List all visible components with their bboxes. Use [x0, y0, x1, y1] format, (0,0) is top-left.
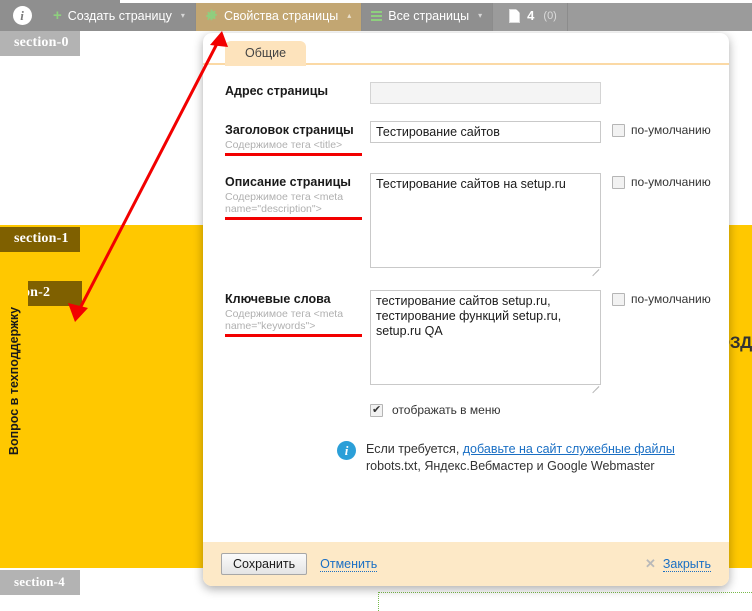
gear-icon	[205, 9, 218, 22]
dialog-footer: Сохранить Отменить ✕ Закрыть	[203, 542, 729, 586]
guide-line-horizontal	[378, 592, 752, 593]
page-title-input[interactable]	[370, 121, 601, 143]
page-description-default-checkbox[interactable]	[612, 175, 625, 189]
annotation-underline	[225, 217, 362, 220]
info-icon: i	[12, 6, 32, 25]
page-properties-button[interactable]: Свойства страницы ▴	[195, 0, 363, 31]
section-label-0[interactable]: section-0	[0, 31, 80, 56]
field-control-page-description: Тестирование сайтов на setup.ru	[370, 173, 601, 277]
page-description-textarea-wrap: Тестирование сайтов на setup.ru	[370, 173, 601, 277]
show-in-menu-label: отображать в меню	[392, 403, 501, 417]
page-title-default-label: по-умолчанию	[631, 123, 711, 137]
field-control-page-title	[370, 121, 601, 143]
field-label-text: Заголовок страницы	[225, 123, 354, 137]
field-label-keywords: Ключевые слова Содержимое тега <meta nam…	[225, 290, 370, 337]
page-properties-label: Свойства страницы	[223, 8, 339, 23]
close-icon[interactable]: ✕	[645, 556, 656, 572]
show-in-menu-checkbox[interactable]	[370, 403, 383, 417]
save-button[interactable]: Сохранить	[221, 553, 308, 575]
page-title-default-checkbox[interactable]	[612, 123, 625, 137]
page-description-default-checkbox-group[interactable]: по-умолчанию	[612, 173, 711, 189]
field-label-page-title: Заголовок страницы Содержимое тега <titl…	[225, 121, 370, 156]
field-hint-text: Содержимое тега <meta name="description"…	[225, 191, 344, 215]
top-toolbar: i + Создать страницу ▾ Свойства страницы…	[0, 0, 752, 31]
field-hint-text: Содержимое тега <meta name="keywords">	[225, 308, 344, 332]
chevron-down-icon: ▾	[478, 11, 483, 20]
field-label-text: Описание страницы	[225, 175, 351, 189]
page-description-default-label: по-умолчанию	[631, 175, 711, 189]
field-label-text: Адрес страницы	[225, 84, 329, 98]
field-label-page-description: Описание страницы Содержимое тега <meta …	[225, 173, 370, 220]
field-label-page-address: Адрес страницы	[225, 82, 370, 99]
page-properties-dialog: Общие Адрес страницы Заголовок страницы …	[203, 33, 729, 586]
keywords-textarea-wrap: тестирование сайтов setup.ru, тестирован…	[370, 290, 601, 394]
keywords-default-checkbox[interactable]	[612, 292, 625, 306]
page-address-input[interactable]	[370, 82, 601, 104]
chevron-up-icon: ▴	[347, 11, 352, 20]
field-label-text: Ключевые слова	[225, 292, 331, 306]
support-request-tab[interactable]: Вопрос в техподдержку	[0, 256, 28, 505]
field-row-page-title: Заголовок страницы Содержимое тега <titl…	[203, 121, 729, 156]
keywords-textarea[interactable]: тестирование сайтов setup.ru, тестирован…	[370, 290, 601, 385]
field-control-page-address	[370, 82, 601, 104]
all-pages-label: Все страницы	[388, 8, 470, 23]
section-label-1[interactable]: section-1	[0, 227, 80, 252]
properties-form: Адрес страницы Заголовок страницы Содерж…	[203, 64, 729, 475]
tab-general[interactable]: Общие	[225, 41, 307, 66]
page-title-default-checkbox-group[interactable]: по-умолчанию	[612, 121, 711, 137]
notice-prefix: Если требуется,	[366, 442, 463, 456]
annotation-underline	[225, 334, 362, 337]
cancel-link[interactable]: Отменить	[320, 557, 378, 572]
info-icon: i	[337, 441, 356, 460]
page-count-sub: (0)	[543, 9, 557, 22]
notice-line2: robots.txt, Яндекс.Вебмастер и Google We…	[366, 459, 655, 473]
create-page-label: Создать страницу	[67, 8, 172, 23]
top-strip	[120, 0, 752, 3]
dialog-close-group[interactable]: ✕ Закрыть	[645, 556, 711, 572]
service-files-link[interactable]: добавьте на сайт служебные файлы	[463, 442, 675, 456]
screen: section-0 section-1 tion-2 section-4 Воп…	[0, 0, 752, 611]
plus-icon: +	[53, 7, 62, 24]
field-row-page-description: Описание страницы Содержимое тега <meta …	[203, 173, 729, 277]
guide-line-vertical	[378, 592, 379, 611]
section-label-4[interactable]: section-4	[0, 570, 80, 595]
annotation-underline	[225, 153, 362, 156]
service-files-notice-text: Если требуется, добавьте на сайт служебн…	[366, 441, 675, 475]
show-in-menu-group[interactable]: отображать в меню	[203, 403, 729, 417]
page-count-number: 4	[527, 8, 535, 23]
field-control-keywords: тестирование сайтов setup.ru, тестирован…	[370, 290, 601, 394]
create-page-button[interactable]: + Создать страницу ▾	[44, 0, 196, 31]
dialog-tabstrip: Общие	[203, 33, 729, 66]
page-count-indicator[interactable]: 4 (0)	[493, 0, 568, 31]
list-icon	[371, 10, 383, 21]
toolbar-info-button[interactable]: i	[0, 0, 44, 31]
field-row-keywords: Ключевые слова Содержимое тега <meta nam…	[203, 290, 729, 394]
keywords-default-label: по-умолчанию	[631, 292, 711, 306]
service-files-notice: i Если требуется, добавьте на сайт служе…	[203, 441, 729, 475]
field-row-page-address: Адрес страницы	[203, 82, 729, 104]
page-description-textarea[interactable]: Тестирование сайтов на setup.ru	[370, 173, 601, 268]
keywords-default-checkbox-group[interactable]: по-умолчанию	[612, 290, 711, 306]
tab-general-label: Общие	[245, 46, 287, 60]
all-pages-button[interactable]: Все страницы ▾	[362, 0, 494, 31]
field-hint-text: Содержимое тега <title>	[225, 139, 343, 151]
close-link[interactable]: Закрыть	[662, 557, 711, 572]
chevron-down-icon: ▾	[180, 11, 185, 20]
support-request-tab-label: Вопрос в техподдержку	[7, 306, 21, 455]
document-icon	[509, 8, 521, 23]
